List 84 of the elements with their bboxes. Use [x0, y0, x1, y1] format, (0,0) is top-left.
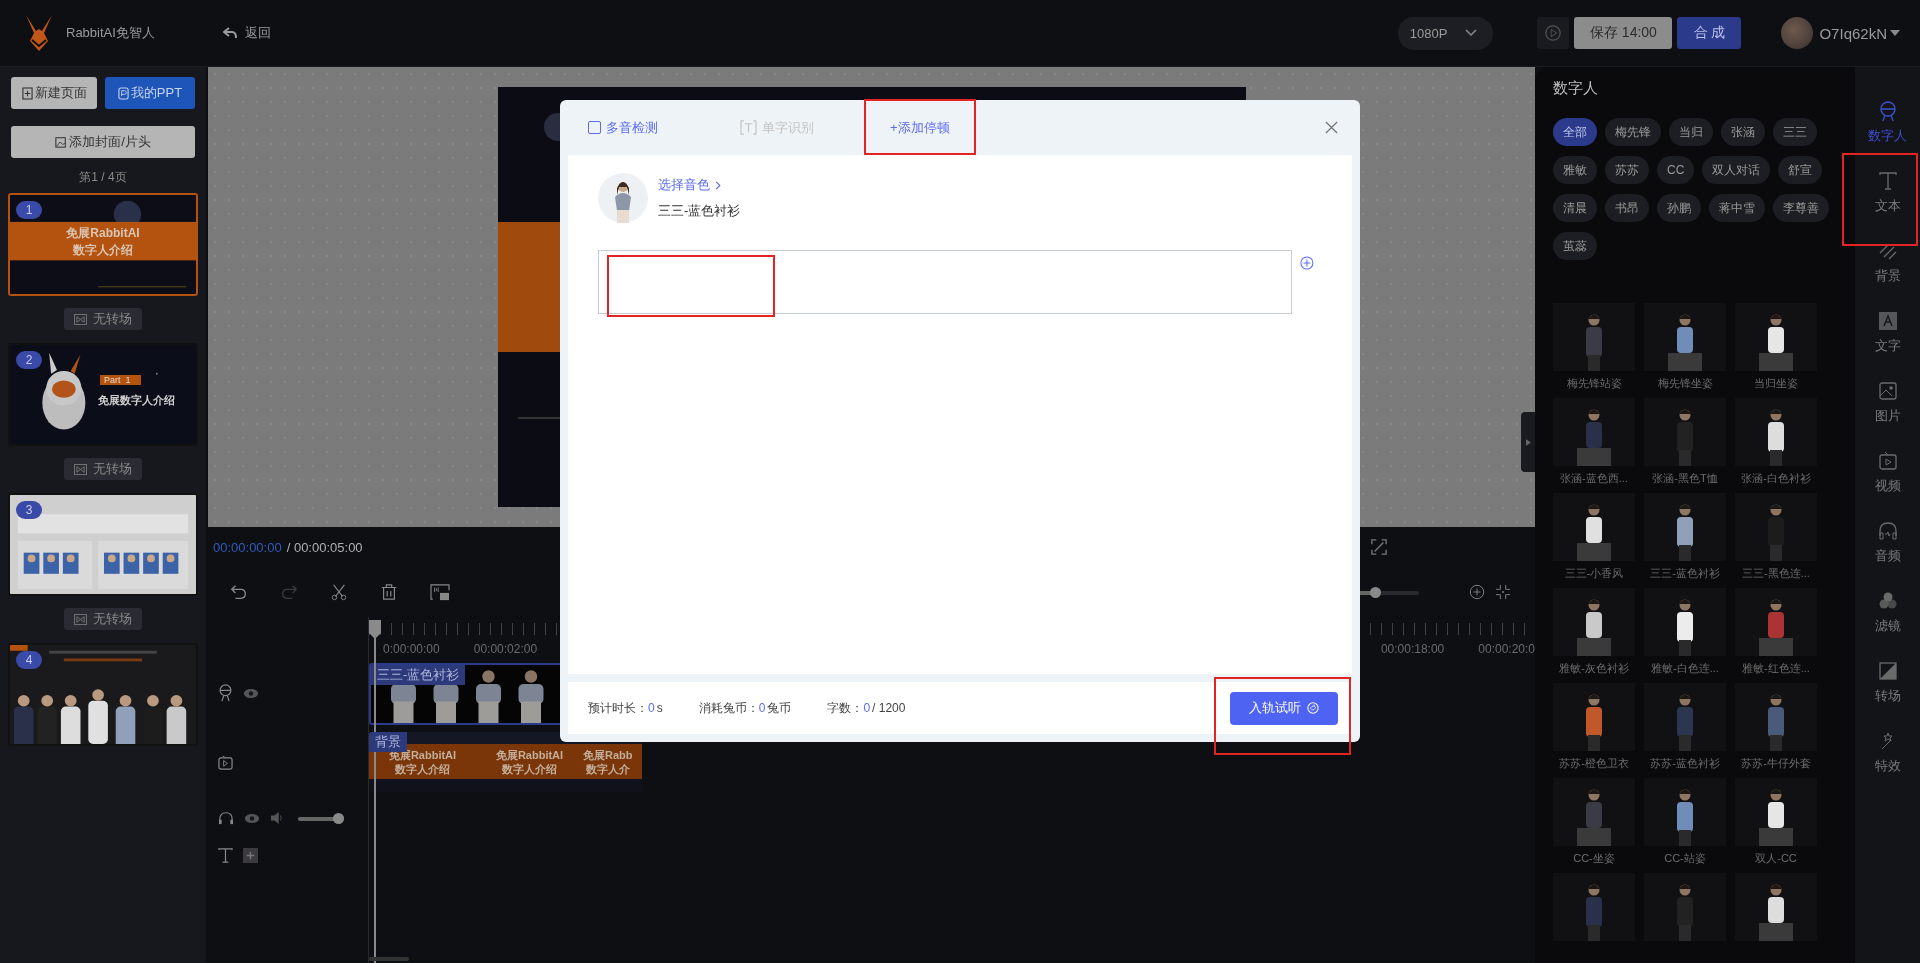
avatar-label: CC-坐姿	[1573, 851, 1615, 866]
rail-tab[interactable]: 转场	[1857, 661, 1918, 731]
avatar-label: 苏苏-牛仔外套	[1741, 756, 1811, 771]
stat-text: 预计时长：0 s	[588, 699, 663, 717]
rail-tab[interactable]: 数字人	[1857, 101, 1918, 171]
rail-tab[interactable]: 背景	[1857, 241, 1918, 311]
avatar-label: 张涵-黑色T恤	[1652, 471, 1718, 486]
rail-tab[interactable]: 滤镜	[1857, 591, 1918, 661]
avatar-label: 雅敏-灰色衬衫	[1559, 661, 1629, 676]
filter-chip[interactable]: 蒋中雪	[1709, 194, 1765, 222]
choose-voice-link[interactable]: 选择音色	[658, 176, 741, 194]
slide-number-badge: 3	[16, 501, 42, 519]
filter-chip[interactable]: CC	[1657, 156, 1695, 184]
stat-text: 字数：0 / 1200	[827, 699, 906, 717]
filter-chip[interactable]: 张涵	[1721, 118, 1765, 146]
slide-thumbnail[interactable]: 2 Part 1 免展数字人介绍	[8, 343, 198, 446]
rail-tab[interactable]: 视频	[1857, 451, 1918, 521]
compose-button[interactable]: 合 成	[1677, 17, 1742, 49]
avatar-label: 张涵-白色衬衫	[1741, 471, 1811, 486]
rail-tab[interactable]: 特效	[1857, 731, 1918, 801]
total-time: / 00:00:05:00	[286, 539, 363, 555]
clip-label: 三三-蓝色衬衫	[371, 665, 466, 685]
stat-text: 消耗兔币：0 兔币	[698, 699, 792, 717]
filter-chip[interactable]: 双人对话	[1702, 156, 1771, 184]
frame-title: 免展RabbitAI 数字人介绍	[495, 748, 564, 776]
filter-chip[interactable]: 书昂	[1605, 194, 1649, 222]
avatar-label: 雅敏-白色连...	[1651, 661, 1719, 676]
my-ppt-button[interactable]: 我的PPT	[105, 77, 195, 109]
transition-button[interactable]: 无转场	[64, 458, 142, 480]
filter-chip[interactable]: 全部	[1553, 118, 1597, 146]
checkbox-option[interactable]: 多音检测	[588, 118, 740, 137]
page-indicator: 第1 / 4页	[79, 169, 127, 186]
filter-chip[interactable]: 苏苏	[1605, 156, 1649, 184]
slide-title: 免展RabbitAI 数字人介绍	[65, 225, 141, 259]
rail-tab[interactable]: 图片	[1857, 381, 1918, 451]
avatar-label: CC-站姿	[1664, 851, 1706, 866]
filter-chip[interactable]: 茧蕊	[1553, 232, 1597, 260]
add-pause-button[interactable]: +添加停顿	[890, 118, 950, 137]
avatar-label: 双人-CC	[1755, 851, 1797, 866]
slide-thumbnail[interactable]: 4	[8, 643, 198, 746]
slide-tag: Part 1	[100, 375, 141, 385]
filter-chip[interactable]: 三三	[1773, 118, 1817, 146]
time-tick-label: 00:00:02:00	[473, 642, 538, 656]
slide-number-badge: 2	[16, 351, 42, 369]
slide-title: 免展数字人介绍	[98, 393, 175, 408]
slide-number-badge: 4	[16, 651, 42, 669]
avatar-label: 梅先锋坐姿	[1657, 376, 1713, 391]
avatar-label: 张涵-蓝色西...	[1560, 471, 1628, 486]
new-page-button[interactable]: 新建页面	[11, 77, 97, 109]
back-button[interactable]: 返回	[216, 23, 277, 43]
slide-thumbnail[interactable]: 1 免展RabbitAI 数字人介绍	[8, 193, 198, 296]
slide-thumbnail[interactable]: 3	[8, 493, 198, 596]
username-menu[interactable]: O7Iq62kN	[1819, 24, 1900, 42]
avatar-label: 雅敏-红色连...	[1742, 661, 1810, 676]
resolution-dropdown[interactable]: 1080P	[1397, 16, 1494, 50]
filter-chip[interactable]: 雅敏	[1553, 156, 1597, 184]
save-button[interactable]: 保存 14:00	[1574, 17, 1673, 49]
transition-button[interactable]: 无转场	[64, 308, 142, 330]
filter-chip[interactable]: 李尊善	[1773, 194, 1829, 222]
avatar-label: 当归坐姿	[1754, 376, 1798, 391]
voice-name: 三三-蓝色衬衫	[658, 202, 741, 220]
app-name: RabbitAI免智人	[66, 24, 155, 42]
current-time: 00:00:00:00	[213, 539, 282, 555]
rail-tab[interactable]: 音频	[1857, 521, 1918, 591]
avatar-label: 梅先锋站姿	[1566, 376, 1622, 391]
rail-tab[interactable]: 文字	[1857, 311, 1918, 381]
rail-tab[interactable]: 文本	[1857, 171, 1918, 241]
time-tick-label: 0:00:00:00	[383, 642, 440, 656]
transition-button[interactable]: 无转场	[64, 608, 142, 630]
panel-title: 数字人	[1553, 79, 1599, 98]
clip-label: 背景	[369, 732, 407, 752]
avatar-label: 苏苏-蓝色衬衫	[1650, 756, 1720, 771]
filter-chip[interactable]: 舒宣	[1778, 156, 1823, 184]
add-cover-button[interactable]: 添加封面/片头	[11, 126, 195, 158]
filter-chip[interactable]: 清晨	[1553, 194, 1597, 222]
filter-chip[interactable]: 当归	[1669, 118, 1713, 146]
frame-title: 免展Rabb 数字人介	[583, 748, 633, 776]
listen-button[interactable]: 入轨试听	[1230, 691, 1338, 725]
avatar-label: 苏苏-橙色卫衣	[1559, 756, 1629, 771]
time-tick-label: 00:00:18:00	[1380, 642, 1445, 656]
slide-number-badge: 1	[16, 201, 42, 219]
filter-chip[interactable]: 梅先锋	[1605, 118, 1661, 146]
time-tick-label: 00:00:20:0	[1478, 642, 1535, 656]
filter-chip[interactable]: 孙鹏	[1657, 194, 1701, 222]
